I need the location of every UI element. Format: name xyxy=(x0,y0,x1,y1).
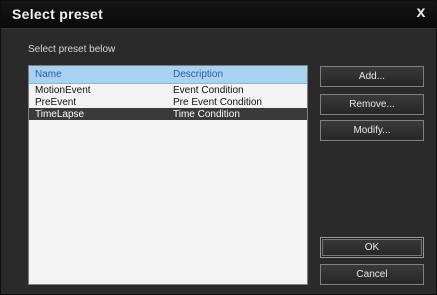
add-button[interactable]: Add... xyxy=(320,66,424,87)
list-row-timelapse[interactable]: TimeLapse Time Condition xyxy=(29,108,307,120)
row-description: Time Condition xyxy=(173,108,240,120)
instruction-label: Select preset below xyxy=(28,44,116,55)
list-header: Name Description xyxy=(29,66,307,84)
list-row-motionevent[interactable]: MotionEvent Event Condition xyxy=(29,84,307,96)
row-name: MotionEvent xyxy=(35,84,91,96)
row-name: PreEvent xyxy=(35,96,77,108)
row-name: TimeLapse xyxy=(35,108,85,120)
dialog-title: Select preset xyxy=(12,6,104,22)
modify-button[interactable]: Modify... xyxy=(320,120,424,141)
column-header-name[interactable]: Name xyxy=(29,69,165,80)
preset-list[interactable]: Name Description MotionEvent Event Condi… xyxy=(28,65,308,285)
list-row-preevent[interactable]: PreEvent Pre Event Condition xyxy=(29,96,307,108)
select-preset-dialog: Select preset x Select preset below Name… xyxy=(0,0,437,295)
ok-button[interactable]: OK xyxy=(320,237,424,258)
row-description: Pre Event Condition xyxy=(173,96,262,108)
cancel-button[interactable]: Cancel xyxy=(320,264,424,285)
close-icon[interactable]: x xyxy=(412,4,430,22)
remove-button[interactable]: Remove... xyxy=(320,94,424,115)
row-description: Event Condition xyxy=(173,84,244,96)
title-bar: Select preset x xyxy=(1,1,436,29)
column-header-description[interactable]: Description xyxy=(165,69,307,80)
